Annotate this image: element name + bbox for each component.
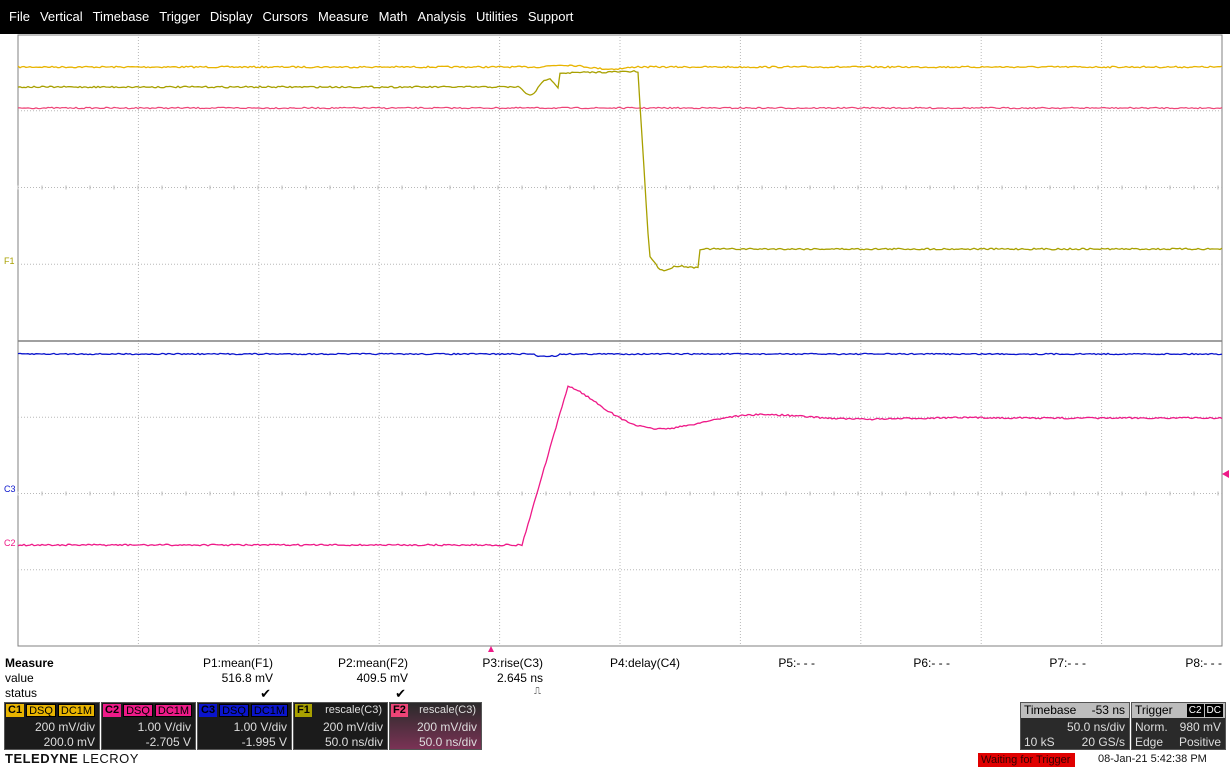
timebase-per-div: 50.0 ns/div xyxy=(1066,720,1125,734)
channel-offset: -1.995 V xyxy=(241,735,287,749)
channel-box-c1[interactable]: C1 DSQ DC1M 200 mV/div 200.0 mV xyxy=(4,702,100,750)
brand-logo: TELEDYNE LECROY xyxy=(5,751,139,766)
channel-box-c2[interactable]: C2 DSQ DC1M 1.00 V/div -2.705 V xyxy=(101,702,196,750)
channel-box-f1[interactable]: F1 rescale(C3) 200 mV/div 50.0 ns/div xyxy=(293,702,388,750)
status-pulse-icon: ⎍ xyxy=(534,686,541,697)
channel-badge: DSQ xyxy=(123,703,153,717)
channel-scale: 200 mV/div xyxy=(34,720,95,734)
channel-name: F1 xyxy=(295,703,312,717)
waveform-grid: F1 C3 C2 xyxy=(4,34,1229,652)
status-check-icon: ✔ xyxy=(395,686,406,701)
trigger-mode: Norm. xyxy=(1135,720,1168,734)
menu-trigger[interactable]: Trigger xyxy=(154,0,205,34)
footer: TELEDYNE LECROY Waiting for Trigger 08-J… xyxy=(0,750,1230,768)
trigger-level: 980 mV xyxy=(1179,720,1221,734)
status-check-icon: ✔ xyxy=(260,686,271,701)
marker-c3: C3 xyxy=(4,484,16,494)
trigger-header: Trigger C2 DC xyxy=(1132,703,1225,718)
measure-status-label: status xyxy=(5,686,38,700)
menu-vertical[interactable]: Vertical xyxy=(35,0,88,34)
measure-param-3-name[interactable]: P3:rise(C3) xyxy=(482,656,543,670)
channel-header: F2 rescale(C3) xyxy=(390,703,481,717)
measure-param-4-name[interactable]: P4:delay(C4) xyxy=(610,656,680,670)
channel-name: F2 xyxy=(391,703,408,717)
channel-name: C3 xyxy=(199,703,218,717)
channel-header: C3 DSQ DC1M xyxy=(198,703,291,717)
measure-param-7-name[interactable]: P7:- - - xyxy=(1049,656,1086,670)
channel-badge: DC1M xyxy=(57,703,96,717)
timebase-box[interactable]: Timebase -53 ns 50.0 ns/div 10 kS 20 GS/… xyxy=(1020,702,1130,750)
measure-param-1-name[interactable]: P1:mean(F1) xyxy=(203,656,273,670)
trigger-coupling: DC xyxy=(1204,704,1223,717)
channel-scale: 1.00 V/div xyxy=(233,720,287,734)
measure-table[interactable]: Measure P1:mean(F1) P2:mean(F2) P3:rise(C3… xyxy=(0,656,1230,704)
measure-param-6-name[interactable]: P6:- - - xyxy=(913,656,950,670)
measure-header: Measure xyxy=(5,656,54,670)
channel-header: C1 DSQ DC1M xyxy=(5,703,99,717)
acquisition-status: Waiting for Trigger xyxy=(978,753,1075,767)
trigger-slope: Positive xyxy=(1178,735,1221,749)
measure-param-2-value: 409.5 mV xyxy=(356,671,408,685)
channel-header: F1 rescale(C3) xyxy=(294,703,387,717)
menu-utilities[interactable]: Utilities xyxy=(471,0,523,34)
trigger-source: C2 xyxy=(1186,704,1204,717)
trace-f2 xyxy=(17,106,1223,110)
channel-badge: DC1M xyxy=(154,703,193,717)
channel-name: C1 xyxy=(6,703,25,717)
trigger-box[interactable]: Trigger C2 DC Norm. 980 mV Edge Positive xyxy=(1131,702,1226,750)
trigger-time-marker xyxy=(488,646,494,652)
channel-name: C2 xyxy=(103,703,122,717)
channel-offset: 50.0 ns/div xyxy=(324,735,383,749)
channel-offset: 200.0 mV xyxy=(43,735,95,749)
timebase-samples: 10 kS xyxy=(1024,735,1055,749)
channel-scale: 1.00 V/div xyxy=(137,720,191,734)
measure-param-1-value: 516.8 mV xyxy=(221,671,273,685)
channel-badge: DC1M xyxy=(250,703,289,717)
channel-header: C2 DSQ DC1M xyxy=(102,703,195,717)
menu-support[interactable]: Support xyxy=(523,0,579,34)
channel-scale: 200 mV/div xyxy=(322,720,383,734)
trigger-level-marker xyxy=(1222,470,1229,478)
menu-measure[interactable]: Measure xyxy=(313,0,374,34)
date-time: 08-Jan-21 5:42:38 PM xyxy=(1098,753,1207,765)
measure-param-5-name[interactable]: P5:- - - xyxy=(778,656,815,670)
menu-timebase[interactable]: Timebase xyxy=(88,0,155,34)
menu-analysis[interactable]: Analysis xyxy=(413,0,471,34)
channel-badge: DSQ xyxy=(219,703,249,717)
measure-param-2-name[interactable]: P2:mean(F2) xyxy=(338,656,408,670)
menu-file[interactable]: File xyxy=(4,0,35,34)
channel-badge: DSQ xyxy=(26,703,56,717)
timebase-header: Timebase -53 ns xyxy=(1021,703,1129,718)
marker-c2: C2 xyxy=(4,538,16,548)
timebase-rate: 20 GS/s xyxy=(1081,735,1125,749)
trace-c3 xyxy=(17,352,1223,358)
menu-cursors[interactable]: Cursors xyxy=(258,0,314,34)
measure-param-3-value: 2.645 ns xyxy=(496,671,543,685)
waveform-display[interactable]: F1 C3 C2 xyxy=(0,34,1230,652)
channel-offset: -2.705 V xyxy=(145,735,191,749)
channel-box-f2[interactable]: F2 rescale(C3) 200 mV/div 50.0 ns/div xyxy=(389,702,482,750)
measure-value-label: value xyxy=(5,671,34,685)
channel-offset: 50.0 ns/div xyxy=(418,735,477,749)
marker-f1: F1 xyxy=(4,256,15,266)
channel-badge: rescale(C3) xyxy=(419,703,476,716)
menu-display[interactable]: Display xyxy=(205,0,258,34)
channel-scale: 200 mV/div xyxy=(416,720,477,734)
menu-math[interactable]: Math xyxy=(374,0,413,34)
trigger-type: Edge xyxy=(1135,735,1164,749)
measure-param-8-name[interactable]: P8:- - - xyxy=(1185,656,1222,670)
timebase-delay: -53 ns xyxy=(1091,703,1125,717)
channel-box-c3[interactable]: C3 DSQ DC1M 1.00 V/div -1.995 V xyxy=(197,702,292,750)
menu-bar: File Vertical Timebase Trigger Display Cursor… xyxy=(0,0,1230,34)
channel-badge: rescale(C3) xyxy=(325,703,382,716)
